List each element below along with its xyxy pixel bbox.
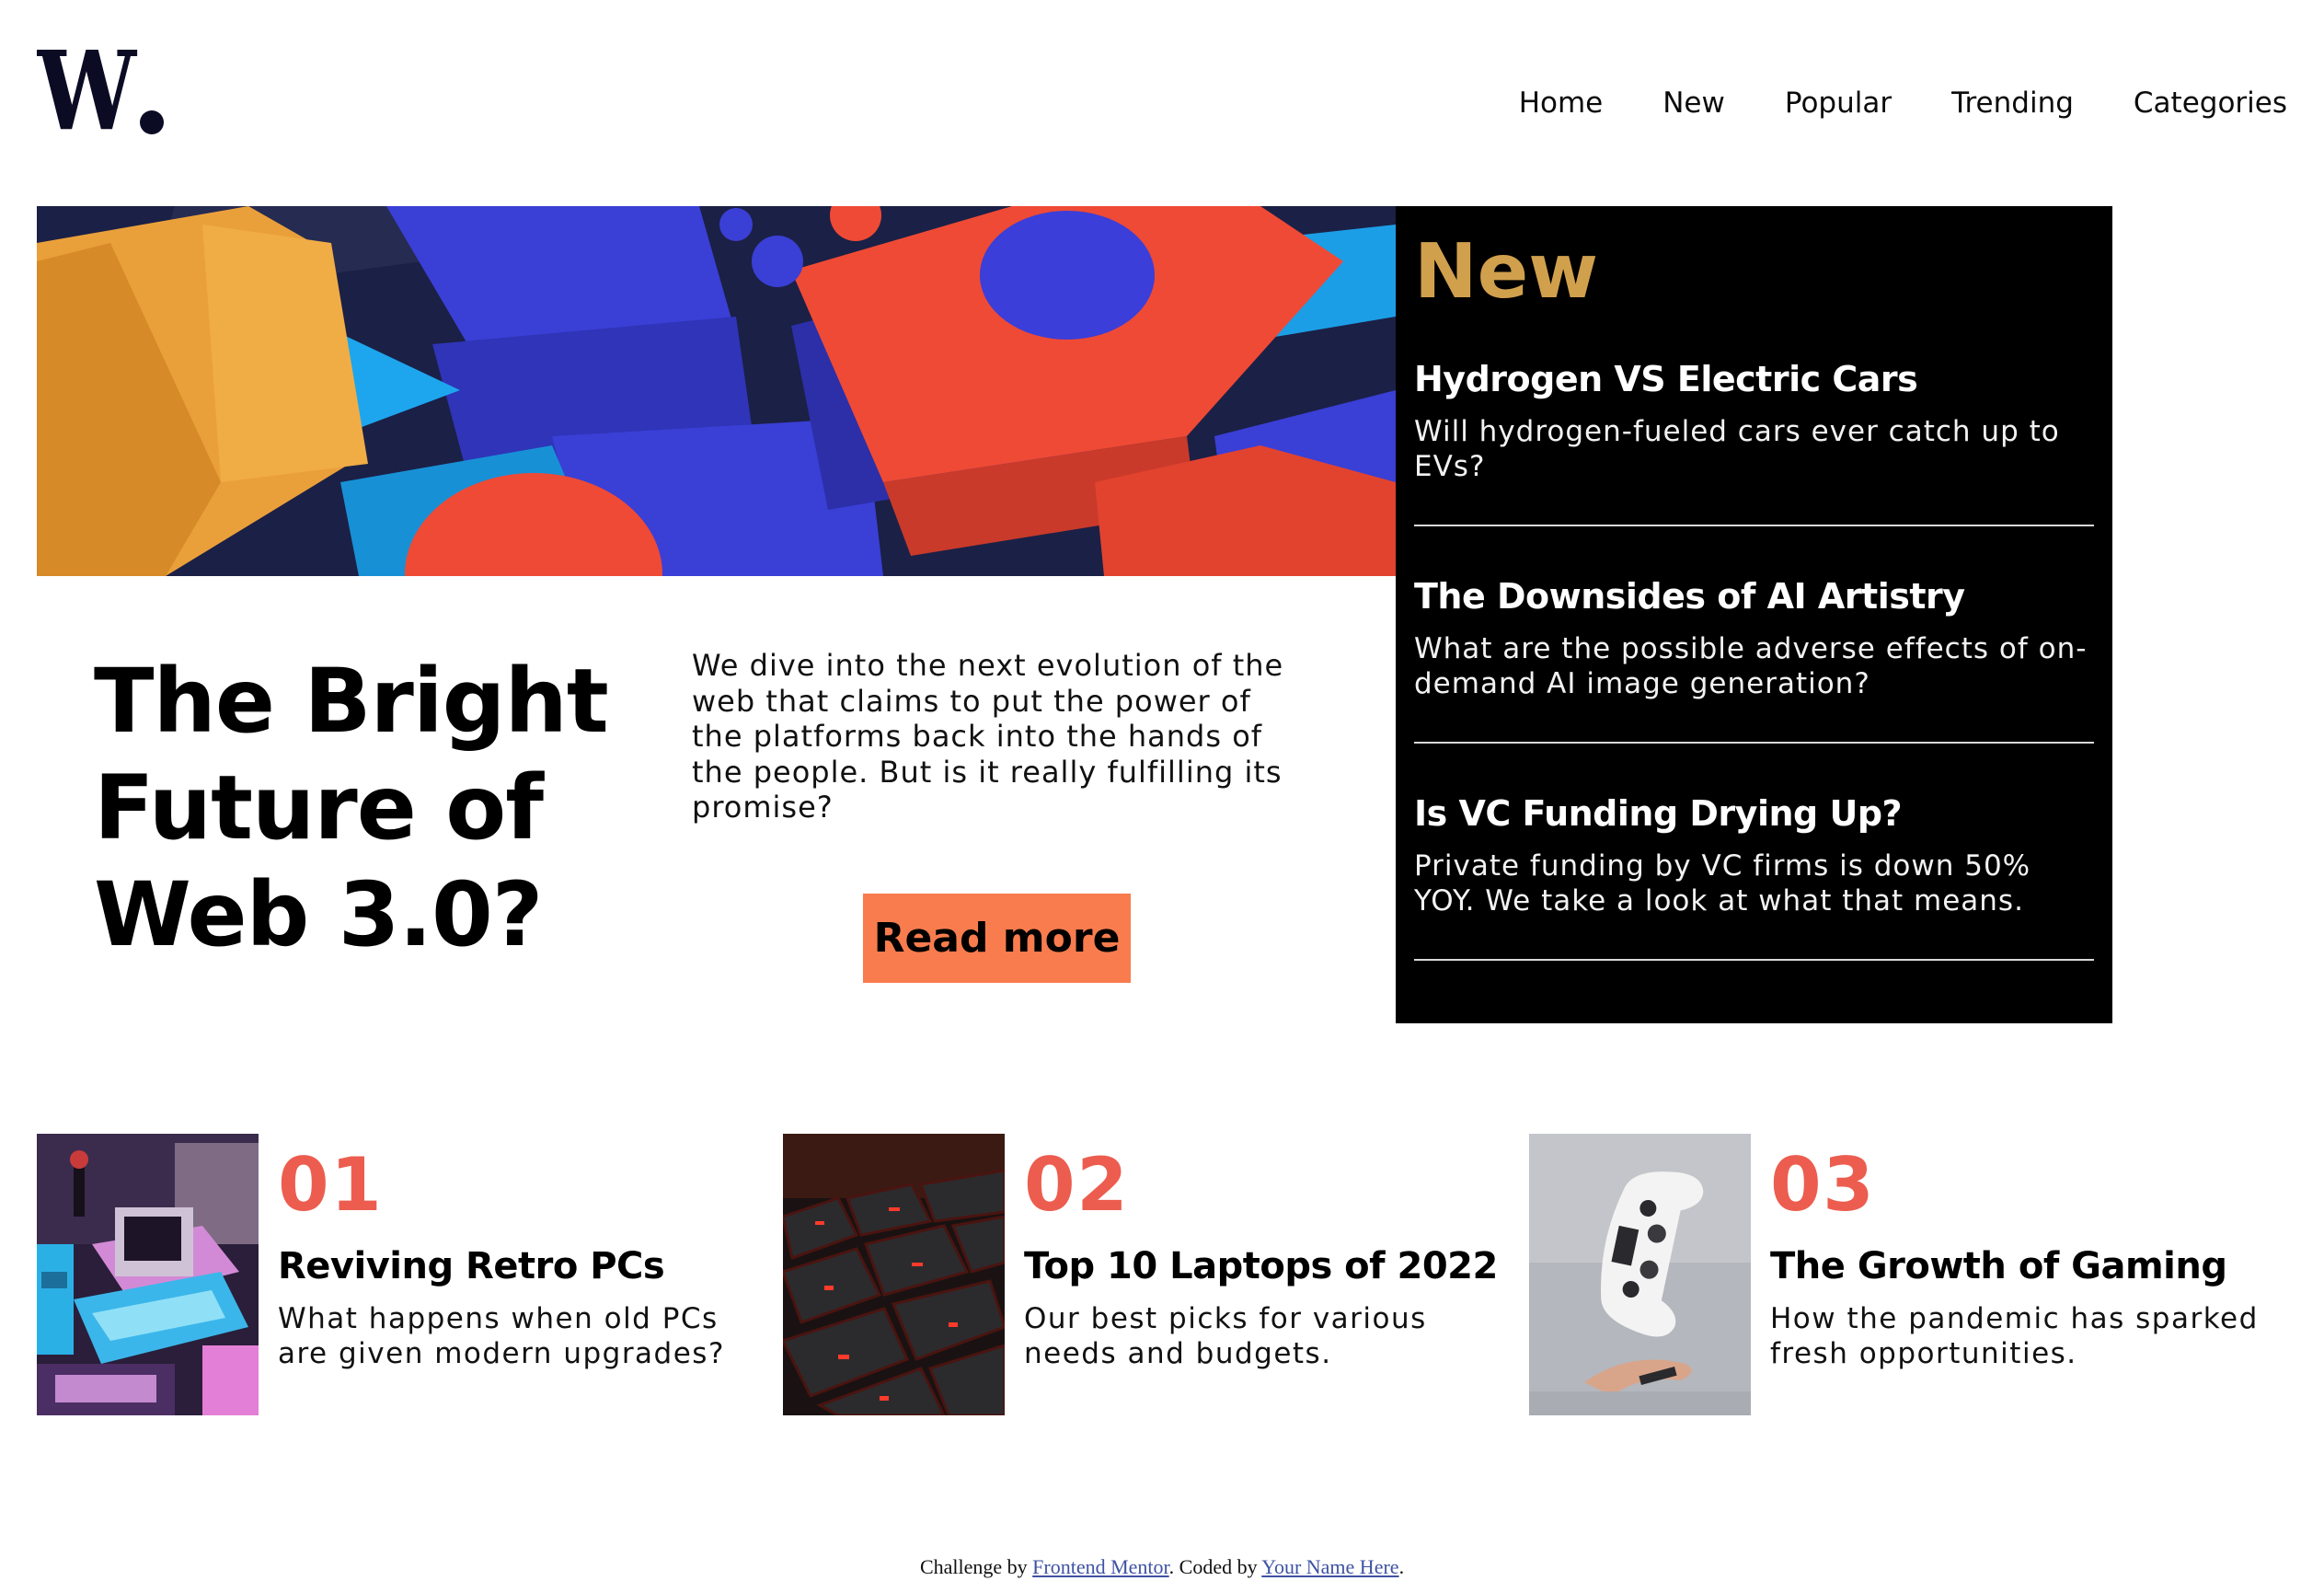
site-logo[interactable]: W xyxy=(37,44,166,145)
nav-home[interactable]: Home xyxy=(1519,81,1604,125)
article-title[interactable]: Top 10 Laptops of 2022 xyxy=(1024,1241,1498,1292)
retro-pc-image xyxy=(37,1134,259,1415)
new-item[interactable]: Is VC Funding Drying Up? Private funding… xyxy=(1414,744,2094,961)
read-more-button[interactable]: Read more xyxy=(863,894,1131,983)
new-item-text: Will hydrogen-fueled cars ever catch up … xyxy=(1414,415,2060,483)
article-thumbnail[interactable] xyxy=(1529,1134,1751,1415)
new-panel: New Hydrogen VS Electric Cars Will hydro… xyxy=(1396,206,2112,1023)
article-title[interactable]: Reviving Retro PCs xyxy=(278,1241,665,1292)
article-card[interactable]: 01 Reviving Retro PCs What happens when … xyxy=(37,1134,773,1415)
new-item-title[interactable]: Hydrogen VS Electric Cars xyxy=(1414,355,2094,403)
article-thumbnail[interactable] xyxy=(37,1134,259,1415)
nav-categories[interactable]: Categories xyxy=(2134,81,2287,125)
nav-popular[interactable]: Popular xyxy=(1785,81,1892,125)
article-card[interactable]: 02 Top 10 Laptops of 2022 Our best picks… xyxy=(783,1134,1519,1415)
frontend-mentor-link[interactable]: Frontend Mentor xyxy=(1032,1555,1169,1578)
footer-suffix: . xyxy=(1398,1555,1405,1578)
new-item[interactable]: The Downsides of AI Artistry What are th… xyxy=(1414,526,2094,744)
article-text: What happens when old PCs are given mode… xyxy=(278,1302,725,1370)
new-item-title[interactable]: Is VC Funding Drying Up? xyxy=(1414,790,2094,837)
article-number: 02 xyxy=(1024,1142,1130,1228)
logo-w-icon: W xyxy=(37,44,164,145)
main-nav: Home New Popular Trending Categories xyxy=(1519,81,2287,125)
svg-text:W: W xyxy=(37,44,137,145)
hero-description: We dive into the next evolution of the w… xyxy=(692,648,1284,825)
article-thumbnail[interactable] xyxy=(783,1134,1005,1415)
hero-title: The Bright Future of Web 3.0? xyxy=(94,650,609,966)
author-link[interactable]: Your Name Here xyxy=(1261,1555,1398,1578)
nav-new[interactable]: New xyxy=(1662,81,1725,125)
article-text: How the pandemic has sparked fresh oppor… xyxy=(1770,1302,2259,1370)
new-item[interactable]: Hydrogen VS Electric Cars Will hydrogen-… xyxy=(1414,355,2094,526)
game-controller-image xyxy=(1529,1134,1751,1415)
article-card[interactable]: 03 The Growth of Gaming How the pandemic… xyxy=(1529,1134,2265,1415)
new-item-title[interactable]: The Downsides of AI Artistry xyxy=(1414,572,2094,620)
footer-prefix: Challenge by xyxy=(919,1555,1033,1578)
new-heading: New xyxy=(1414,228,1598,316)
article-number: 01 xyxy=(278,1142,384,1228)
article-number: 03 xyxy=(1770,1142,1876,1228)
hero-image xyxy=(37,206,1396,576)
new-item-text: Private funding by VC firms is down 50% … xyxy=(1414,849,2031,917)
new-item-text: What are the possible adverse effects of… xyxy=(1414,632,2088,700)
laptop-keyboard-image xyxy=(783,1134,1005,1415)
footer-middle: . Coded by xyxy=(1168,1555,1262,1578)
article-text: Our best picks for various needs and bud… xyxy=(1024,1302,1427,1370)
abstract-blocks-image xyxy=(37,206,1396,576)
nav-trending[interactable]: Trending xyxy=(1951,81,2074,125)
article-title[interactable]: The Growth of Gaming xyxy=(1770,1241,2227,1292)
attribution-footer: Challenge by Frontend Mentor. Coded by Y… xyxy=(0,1555,2324,1579)
